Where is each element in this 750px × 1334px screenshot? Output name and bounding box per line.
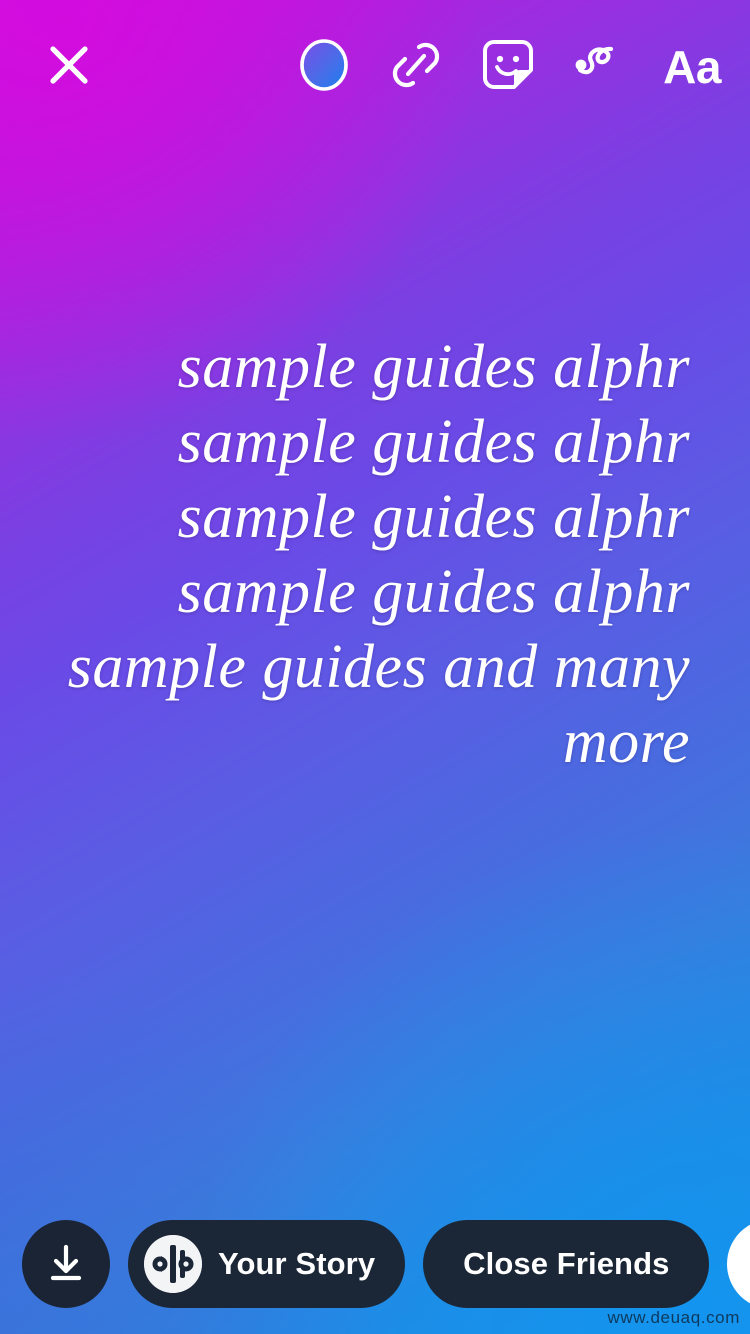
link-chain-icon xyxy=(389,37,443,98)
story-text-line: sample guides alphr xyxy=(177,558,690,626)
download-arrow-icon xyxy=(44,1239,88,1290)
aa-text-icon: Aa xyxy=(663,41,721,93)
story-text-line: sample guides and many more xyxy=(67,633,690,776)
sticker-button[interactable] xyxy=(476,34,540,100)
story-text-line: sample guides alphr xyxy=(177,333,690,401)
text-button[interactable]: Aa xyxy=(660,34,724,100)
save-button[interactable] xyxy=(22,1220,110,1308)
editor-tools-group: Aa xyxy=(292,34,724,100)
squiggle-pen-icon xyxy=(571,36,629,99)
story-editor-screen: Aa sample guides alphr sample guides alp… xyxy=(0,0,750,1334)
sticker-smiley-icon xyxy=(480,36,536,99)
your-story-label: Your Story xyxy=(218,1246,376,1281)
bottom-action-bar: Your Story Close Friends xyxy=(0,1216,750,1312)
story-text-line: sample guides alphr xyxy=(177,408,690,476)
draw-button[interactable] xyxy=(568,34,632,100)
watermark: www.deuaq.com xyxy=(607,1308,740,1327)
story-text-line: sample guides alphr xyxy=(177,483,690,551)
effects-button[interactable] xyxy=(292,34,356,100)
close-x-icon xyxy=(46,42,92,93)
top-toolbar: Aa xyxy=(0,0,750,140)
link-button[interactable] xyxy=(384,34,448,100)
story-text-block[interactable]: sample guides alphr sample guides alphr … xyxy=(60,330,690,780)
next-button[interactable] xyxy=(727,1219,750,1309)
close-friends-label: Close Friends xyxy=(463,1246,670,1281)
your-story-button[interactable]: Your Story xyxy=(128,1220,406,1308)
gradient-circle-icon xyxy=(296,36,352,99)
profile-avatar-icon xyxy=(144,1235,202,1293)
close-friends-button[interactable]: Close Friends xyxy=(423,1220,710,1308)
close-button[interactable] xyxy=(38,36,100,98)
